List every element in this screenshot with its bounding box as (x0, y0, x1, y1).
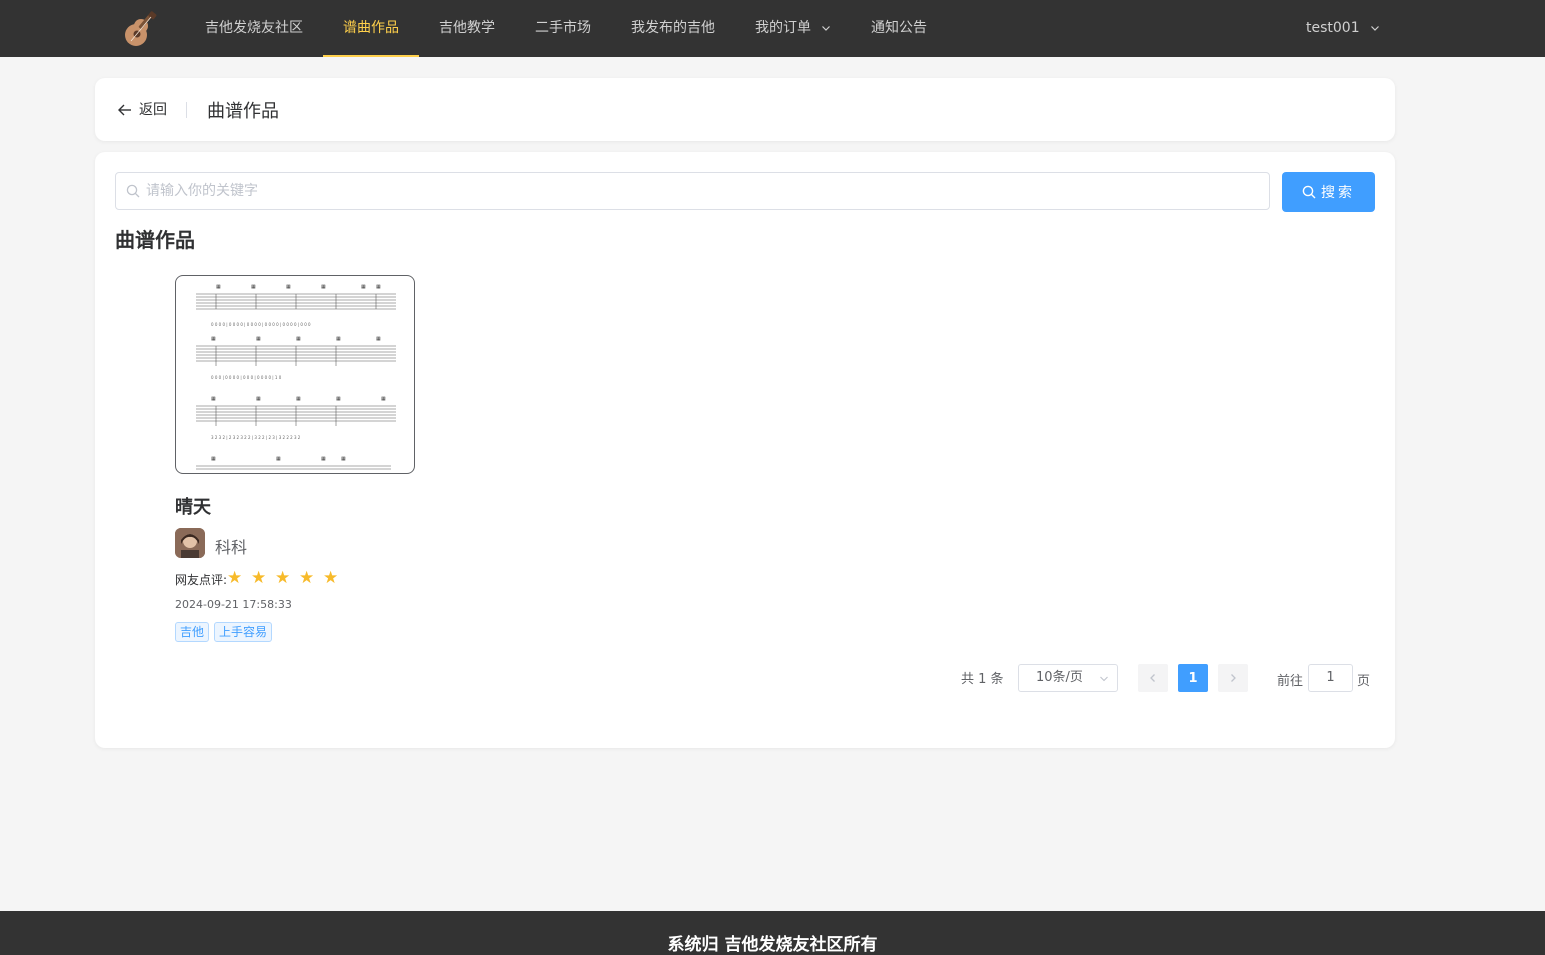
section-title: 曲谱作品 (115, 228, 195, 252)
goto-page-input[interactable]: 1 (1308, 664, 1353, 692)
guitar-logo-icon[interactable] (121, 11, 159, 49)
work-title[interactable]: 晴天 (175, 493, 211, 519)
nav-item-label: 谱曲作品 (343, 20, 399, 36)
star-icon[interactable]: ★ (227, 570, 244, 587)
svg-text:▦: ▦ (296, 396, 301, 402)
nav-item-secondhand[interactable]: 二手市场 (535, 0, 591, 57)
svg-text:▦: ▦ (211, 456, 216, 462)
svg-text:▦: ▦ (341, 456, 346, 462)
svg-text:▦: ▦ (211, 336, 216, 342)
svg-text:▦: ▦ (296, 336, 301, 342)
main-content: 搜索 曲谱作品 (95, 152, 1395, 748)
svg-text:▦: ▦ (381, 396, 386, 402)
username: test001 (1306, 20, 1360, 36)
svg-text:▦: ▦ (376, 336, 381, 342)
nav-item-label: 吉他发烧友社区 (205, 20, 303, 36)
svg-text:▦: ▦ (216, 284, 221, 290)
chevron-down-icon (1371, 26, 1379, 31)
footer: 系统归 吉他发烧友社区所有 (0, 911, 1545, 955)
avatar-image (175, 528, 205, 558)
page-size-label: 10条/页 (1036, 670, 1083, 685)
search-button-label: 搜索 (1321, 185, 1355, 201)
star-icon[interactable]: ★ (275, 570, 292, 587)
star-icon[interactable]: ★ (299, 570, 316, 587)
goto-suffix: 页 (1357, 674, 1371, 689)
back-button[interactable]: 返回 (117, 99, 167, 121)
svg-text:▦: ▦ (251, 284, 256, 290)
nav-item-compositions[interactable]: 谱曲作品 (323, 0, 419, 57)
top-navbar: 吉他发烧友社区 谱曲作品 吉他教学 二手市场 我发布的吉他 我的订单 通知公告 … (0, 0, 1545, 57)
pagination-total: 共 1 条 (961, 672, 1004, 687)
svg-text:▦: ▦ (321, 284, 326, 290)
avatar (175, 528, 205, 558)
nav-item-label: 二手市场 (535, 20, 591, 36)
publish-time: 2024-09-21 17:58:33 (175, 598, 292, 611)
nav-item-community[interactable]: 吉他发烧友社区 (205, 0, 303, 57)
svg-text:▦: ▦ (286, 284, 291, 290)
search-input[interactable] (146, 173, 1256, 209)
chevron-right-icon (1231, 674, 1236, 682)
back-label: 返回 (139, 102, 167, 118)
sheet-music-image: ▦ ▦ ▦ ▦ ▦ ▦ ▦ ▦ ▦ ▦ ▦ ▦ ▦ ▦ ▦ ▦ ▦ ▦ ▦ ▦ 0 0 0 0 | 0 … (196, 284, 396, 470)
search-button[interactable]: 搜索 (1282, 172, 1375, 212)
star-icon[interactable]: ★ (323, 570, 340, 587)
tag: 上手容易 (214, 622, 273, 642)
goto-label: 前往 (1277, 674, 1304, 689)
nav-item-notices[interactable]: 通知公告 (871, 0, 927, 57)
sheet-music-thumbnail[interactable]: ▦ ▦ ▦ ▦ ▦ ▦ ▦ ▦ ▦ ▦ ▦ ▦ ▦ ▦ ▦ ▦ ▦ ▦ ▦ ▦ 0 0 0 0 | 0 … (175, 275, 415, 474)
page-size-select[interactable]: 10条/页 (1018, 664, 1118, 692)
svg-text:▦: ▦ (321, 456, 326, 462)
rating-label: 网友点评: (175, 573, 228, 587)
divider (186, 102, 187, 118)
search-icon (126, 184, 140, 198)
svg-text:▦: ▦ (256, 396, 261, 402)
svg-text:▦: ▦ (376, 284, 381, 290)
svg-text:▦: ▦ (361, 284, 366, 290)
search-field[interactable] (115, 172, 1270, 210)
rating-stars[interactable]: ★ ★ ★ ★ ★ (227, 570, 340, 587)
footer-text: 系统归 吉他发烧友社区所有 (667, 935, 878, 955)
svg-text:3 2 3 2 | 2 3 2 3 2 2 | 3 2 2: 3 2 3 2 | 2 3 2 3 2 2 | 3 2 2 | 2 3 | 3 … (211, 435, 301, 440)
svg-text:▦: ▦ (256, 336, 261, 342)
user-menu[interactable]: test001 (1306, 0, 1380, 57)
svg-text:▦: ▦ (211, 396, 216, 402)
svg-text:0 0 0 | 0 0 0 0 | 0 0 0 | 0 0: 0 0 0 | 0 0 0 0 | 0 0 0 | 0 0 0 0 | 1 0 (211, 375, 282, 380)
next-page-button[interactable] (1218, 664, 1248, 692)
svg-text:▦: ▦ (336, 336, 341, 342)
arrow-left-icon (118, 104, 131, 116)
chevron-down-icon (822, 26, 831, 31)
search-icon (1302, 185, 1316, 199)
tag-list: 吉他 上手容易 (175, 622, 273, 642)
nav-item-my-guitars[interactable]: 我发布的吉他 (631, 0, 715, 57)
star-icon[interactable]: ★ (251, 570, 268, 587)
page-header: 返回 曲谱作品 (95, 78, 1395, 141)
page-number-current[interactable]: 1 (1178, 664, 1208, 692)
svg-text:▦: ▦ (336, 396, 341, 402)
nav-item-label: 我的订单 (755, 20, 811, 36)
nav-item-teaching[interactable]: 吉他教学 (439, 0, 495, 57)
page-title: 曲谱作品 (207, 101, 279, 122)
chevron-left-icon (1150, 674, 1155, 682)
nav-item-label: 通知公告 (871, 20, 927, 36)
prev-page-button[interactable] (1138, 664, 1168, 692)
page-number-label: 1 (1188, 670, 1198, 686)
chevron-down-icon (1100, 676, 1108, 682)
svg-text:▦: ▦ (276, 456, 281, 462)
nav-item-my-orders[interactable]: 我的订单 (755, 0, 831, 57)
nav-item-label: 我发布的吉他 (631, 20, 715, 36)
svg-text:0 0 0 0 | 0 0 0 0 | 0 0 0 0 |: 0 0 0 0 | 0 0 0 0 | 0 0 0 0 | 0 0 0 0 | … (211, 322, 311, 327)
nav-item-label: 吉他教学 (439, 20, 495, 36)
tag: 吉他 (175, 622, 210, 642)
active-tab-indicator (323, 55, 419, 57)
author-name: 科科 (215, 538, 248, 557)
